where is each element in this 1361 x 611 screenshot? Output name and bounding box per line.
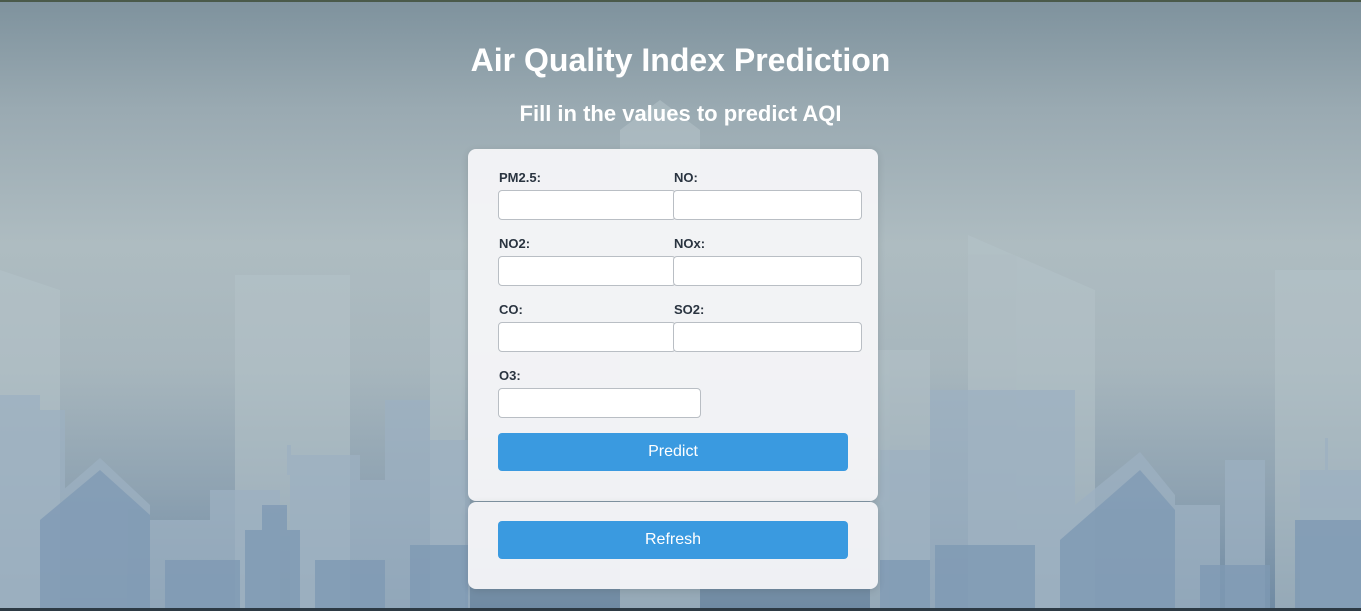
no-input[interactable]: [673, 190, 862, 220]
o3-input[interactable]: [498, 388, 701, 418]
so2-label: SO2:: [674, 302, 705, 317]
co-label: CO:: [499, 302, 523, 317]
predict-button[interactable]: Predict: [498, 433, 848, 471]
o3-label: O3:: [499, 368, 521, 383]
nox-input[interactable]: [673, 256, 862, 286]
no-label: NO:: [674, 170, 698, 185]
page-background: Air Quality Index Prediction Fill in the…: [0, 0, 1361, 611]
no2-input[interactable]: [498, 256, 676, 286]
so2-input[interactable]: [673, 322, 862, 352]
refresh-button[interactable]: Refresh: [498, 521, 848, 559]
co-input[interactable]: [498, 322, 676, 352]
nox-label: NOx:: [674, 236, 706, 251]
pm25-label: PM2.5:: [499, 170, 541, 185]
refresh-card: Refresh: [468, 502, 878, 589]
no2-label: NO2:: [499, 236, 531, 251]
page-subtitle: Fill in the values to predict AQI: [519, 101, 842, 126]
prediction-form: PM2.5: NO: NO2: NOx: CO: SO2: O3: Predic…: [468, 149, 878, 501]
pm25-input[interactable]: [498, 190, 676, 220]
page-title: Air Quality Index Prediction: [470, 42, 891, 78]
